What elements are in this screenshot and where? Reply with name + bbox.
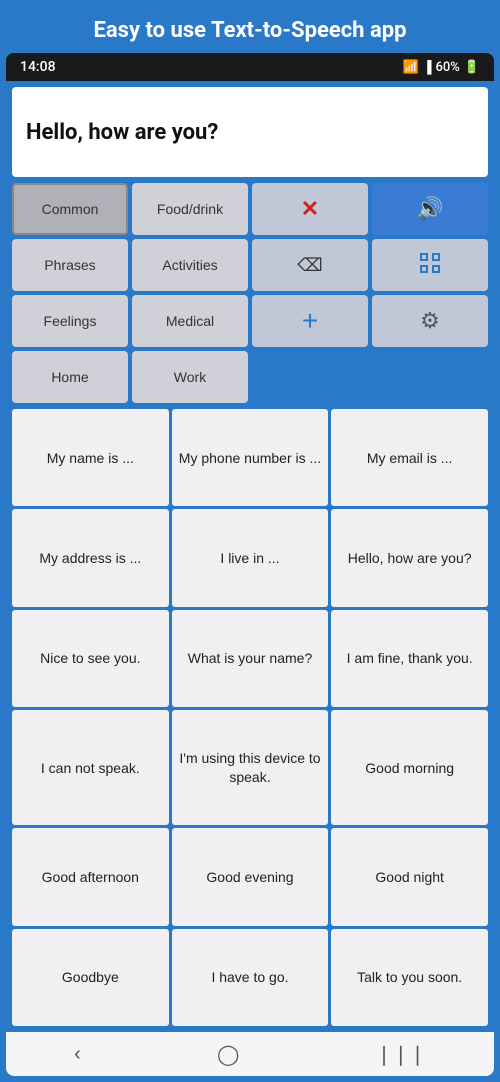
- home-button[interactable]: ◯: [197, 1036, 259, 1073]
- category-home[interactable]: Home: [12, 351, 128, 403]
- battery-icon: 🔋: [464, 60, 480, 75]
- category-phrases[interactable]: Phrases: [12, 239, 128, 291]
- gear-icon: ⚙: [420, 308, 440, 334]
- recents-button[interactable]: ❘❘❘: [356, 1036, 446, 1073]
- phone-frame: 14:08 📶 ▐ 60% 🔋 Hello, how are you? Comm…: [6, 53, 494, 1076]
- close-button[interactable]: ✕: [252, 183, 368, 235]
- backspace-button[interactable]: ⌫: [252, 239, 368, 291]
- phrase-cell[interactable]: My email is ...: [331, 409, 488, 506]
- home-nav-icon: ◯: [217, 1044, 239, 1066]
- recents-icon: ❘❘❘: [376, 1044, 426, 1066]
- app-content: Hello, how are you? Common Food/drink ✕ …: [6, 81, 494, 1032]
- category-medical[interactable]: Medical: [132, 295, 248, 347]
- category-medical-label: Medical: [166, 313, 214, 329]
- speaker-icon: 🔊: [416, 196, 443, 222]
- backspace-icon: ⌫: [297, 255, 322, 276]
- signal-icon: ▐: [423, 60, 432, 74]
- phrase-cell[interactable]: My address is ...: [12, 509, 169, 606]
- status-bar-right: 📶 ▐ 60% 🔋: [403, 60, 480, 75]
- category-common-label: Common: [42, 201, 99, 217]
- status-bar: 14:08 📶 ▐ 60% 🔋: [6, 53, 494, 81]
- status-time: 14:08: [20, 59, 56, 75]
- phrase-cell[interactable]: Good evening: [172, 828, 329, 925]
- phrase-grid: My name is ...My phone number is ...My e…: [12, 409, 488, 1026]
- category-activities[interactable]: Activities: [132, 239, 248, 291]
- category-feelings-label: Feelings: [44, 313, 97, 329]
- category-phrases-label: Phrases: [44, 257, 95, 273]
- settings-button[interactable]: ⚙: [372, 295, 488, 347]
- category-common[interactable]: Common: [12, 183, 128, 235]
- phrase-cell[interactable]: I am fine, thank you.: [331, 610, 488, 707]
- phrase-cell[interactable]: Goodbye: [12, 929, 169, 1026]
- phrase-cell[interactable]: Good afternoon: [12, 828, 169, 925]
- phrase-cell[interactable]: I can not speak.: [12, 710, 169, 825]
- phrase-cell[interactable]: What is your name?: [172, 610, 329, 707]
- wifi-icon: 📶: [403, 60, 419, 75]
- category-activities-label: Activities: [162, 257, 217, 273]
- phrase-cell[interactable]: I live in ...: [172, 509, 329, 606]
- phrase-cell[interactable]: Good night: [331, 828, 488, 925]
- category-feelings[interactable]: Feelings: [12, 295, 128, 347]
- back-button[interactable]: ‹: [54, 1037, 101, 1072]
- category-food[interactable]: Food/drink: [132, 183, 248, 235]
- app-header: Easy to use Text-to-Speech app: [0, 0, 500, 53]
- phrase-cell[interactable]: Talk to you soon.: [331, 929, 488, 1026]
- phrase-cell[interactable]: My phone number is ...: [172, 409, 329, 506]
- category-work-label: Work: [174, 369, 206, 385]
- battery-level: 60%: [435, 60, 459, 75]
- phrase-cell[interactable]: I'm using this device to speak.: [172, 710, 329, 825]
- phrase-cell[interactable]: My name is ...: [12, 409, 169, 506]
- category-home-label: Home: [51, 369, 88, 385]
- phrase-cell[interactable]: Nice to see you.: [12, 610, 169, 707]
- phrase-cell[interactable]: Hello, how are you?: [331, 509, 488, 606]
- category-food-label: Food/drink: [157, 201, 223, 217]
- phrase-cell[interactable]: Good morning: [331, 710, 488, 825]
- speaker-button[interactable]: 🔊: [372, 183, 488, 235]
- controls-grid: Common Food/drink ✕ 🔊 Phrases Activities…: [12, 183, 488, 403]
- expand-button[interactable]: [372, 239, 488, 291]
- app-title: Easy to use Text-to-Speech app: [94, 18, 407, 43]
- category-work[interactable]: Work: [132, 351, 248, 403]
- expand-icon: [419, 252, 441, 279]
- back-icon: ‹: [74, 1043, 81, 1065]
- display-text: Hello, how are you?: [26, 120, 218, 145]
- text-display: Hello, how are you?: [12, 87, 488, 177]
- add-button[interactable]: +: [252, 295, 368, 347]
- close-icon: ✕: [301, 196, 319, 222]
- nav-bar: ‹ ◯ ❘❘❘: [6, 1032, 494, 1076]
- phrase-cell[interactable]: I have to go.: [172, 929, 329, 1026]
- add-icon: +: [302, 307, 318, 335]
